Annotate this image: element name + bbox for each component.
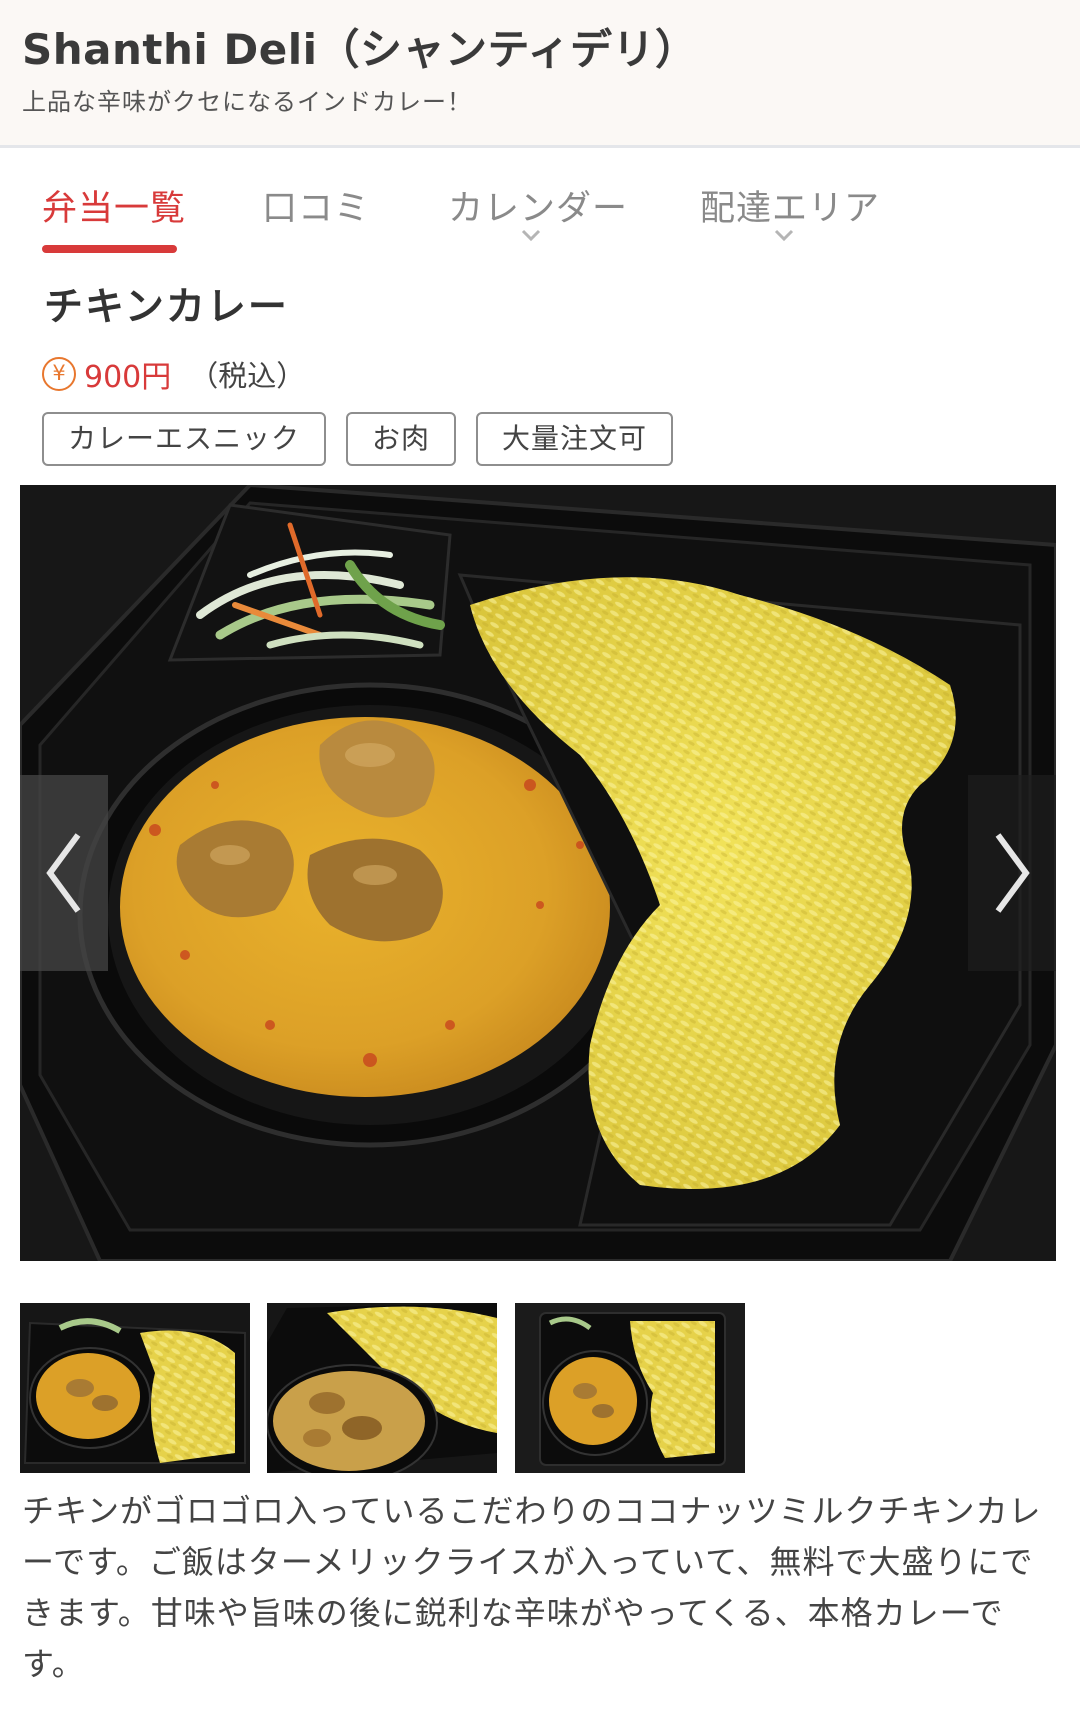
thumbnail-2-photo [267,1303,497,1473]
chevron-down-icon[interactable] [520,224,542,246]
next-image-button[interactable] [968,775,1056,971]
product-name: チキンカレー [44,285,289,330]
chicken-curry-bento-photo [20,485,1056,1261]
thumbnail-3-photo [515,1303,745,1473]
thumbnail-1[interactable] [20,1303,250,1473]
main-product-image [20,485,1056,1261]
shop-tagline: 上品な辛味がクセになるインドカレー！ [22,88,472,116]
product-description: チキンがゴロゴロ入っているこだわりのココナッツミルクチキンカレーです。ご飯はター… [22,1492,1042,1683]
shop-title: Shanthi Deli（シャンティデリ） [22,25,698,74]
tag-list: カレーエスニック お肉 大量注文可 [42,412,674,466]
thumbnail-2[interactable] [267,1303,497,1473]
chevron-right-icon [995,833,1030,913]
chevron-down-icon[interactable] [773,224,795,246]
yen-icon: ¥ [42,357,76,391]
active-tab-indicator [42,245,177,253]
thumbnail-3[interactable] [515,1303,745,1473]
price-row: ¥900円 （税込） [42,352,306,395]
tag-curry-ethnic[interactable]: カレーエスニック [42,412,327,466]
tax-note: （税込） [189,359,306,393]
tag-bulk-order[interactable]: 大量注文可 [476,412,674,466]
price: 900円 [84,360,172,395]
tab-bento-list[interactable]: 弁当一覧 [42,180,186,231]
tag-meat[interactable]: お肉 [346,412,457,466]
prev-image-button[interactable] [20,775,108,971]
shop-header: Shanthi Deli（シャンティデリ） 上品な辛味がクセになるインドカレー！ [0,0,1080,148]
thumbnail-1-photo [20,1303,250,1473]
tab-bar: 弁当一覧 口コミ カレンダー 配達エリア [0,150,1080,260]
tab-reviews[interactable]: 口コミ [262,180,370,231]
chevron-left-icon [46,833,81,913]
